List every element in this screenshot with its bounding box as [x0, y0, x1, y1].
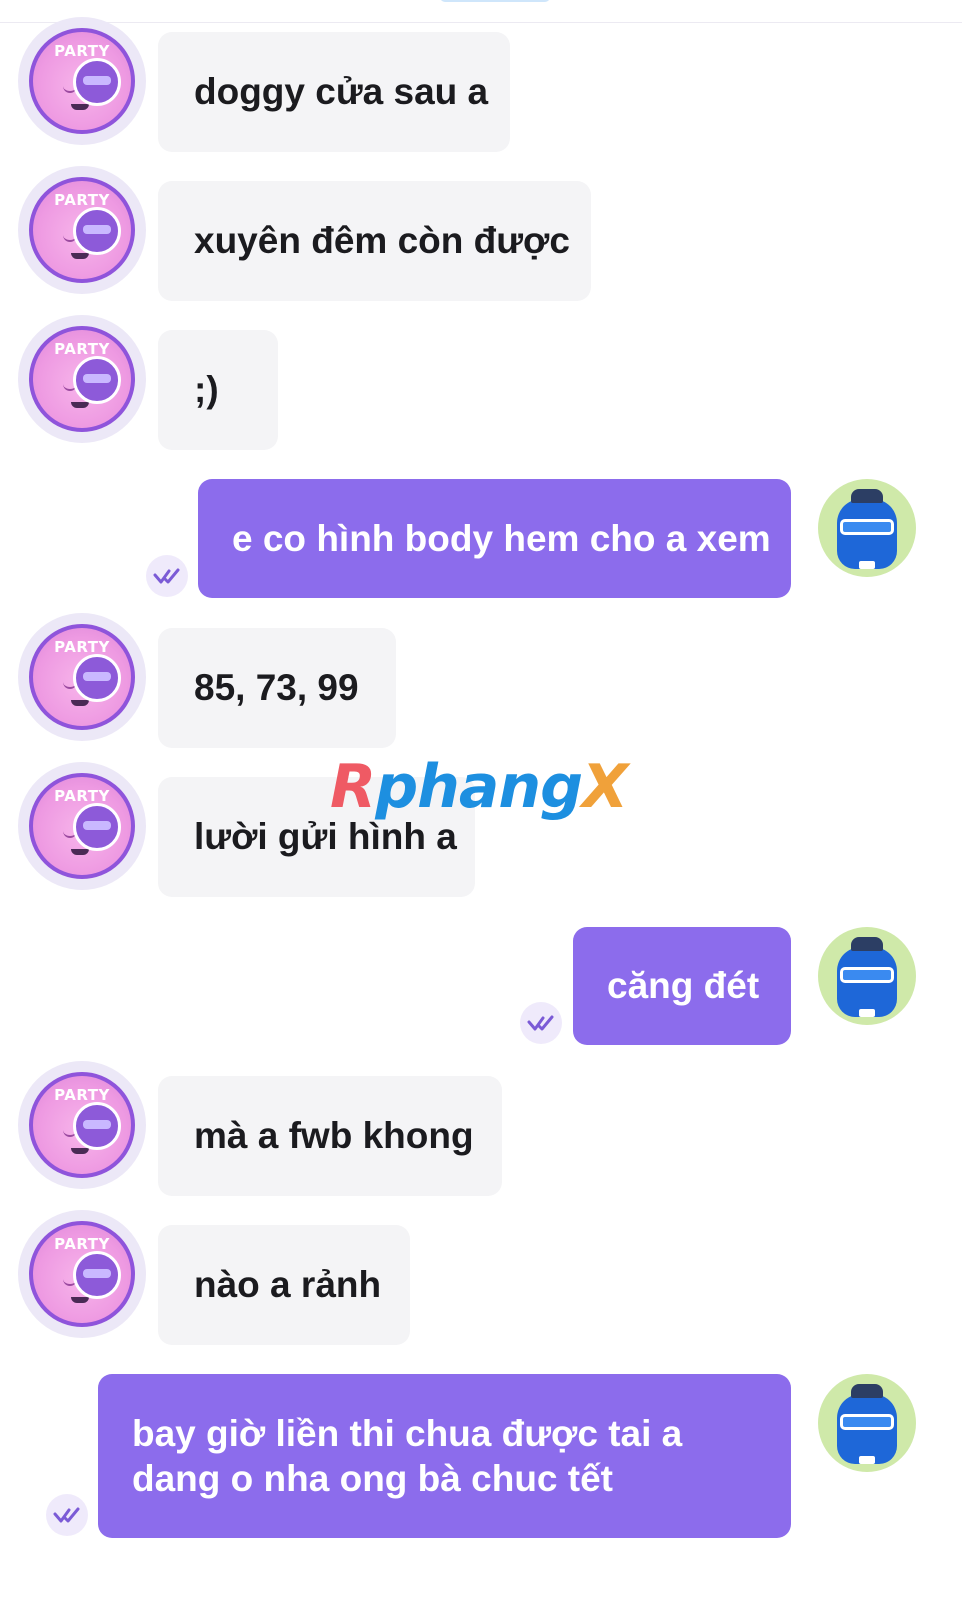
avatar-party-text: PARTY	[54, 340, 110, 358]
read-receipt-icon	[520, 1002, 562, 1044]
header-remnant	[440, 0, 550, 2]
avatar-party-text: PARTY	[54, 787, 110, 805]
sunglasses-badge-icon	[73, 654, 121, 702]
read-receipt-icon	[146, 555, 188, 597]
read-receipt-icon	[46, 1494, 88, 1536]
party-avatar-face: PARTY	[29, 177, 135, 283]
contact-avatar[interactable]: PARTY	[18, 17, 146, 145]
sunglasses-badge-icon	[73, 207, 121, 255]
watermark-logo: RphangX	[330, 752, 628, 822]
sunglasses-badge-icon	[73, 58, 121, 106]
outgoing-message-bubble[interactable]: căng đét	[573, 927, 791, 1045]
sunglasses-badge-icon	[73, 356, 121, 404]
party-avatar-face: PARTY	[29, 28, 135, 134]
sunglasses-badge-icon	[73, 1102, 121, 1150]
contact-avatar[interactable]: PARTY	[18, 1210, 146, 1338]
sunglasses-badge-icon	[73, 1251, 121, 1299]
incoming-message-bubble[interactable]: xuyên đêm còn được	[158, 181, 591, 301]
party-avatar-face: PARTY	[29, 773, 135, 879]
contact-avatar[interactable]: PARTY	[18, 762, 146, 890]
avatar-party-text: PARTY	[54, 638, 110, 656]
user-avatar[interactable]	[818, 1374, 916, 1472]
incoming-message-bubble[interactable]: 85, 73, 99	[158, 628, 396, 748]
avatar-party-text: PARTY	[54, 191, 110, 209]
outgoing-message-bubble[interactable]: e co hình body hem cho a xem	[198, 479, 791, 598]
contact-avatar[interactable]: PARTY	[18, 1061, 146, 1189]
chat-header-edge	[0, 0, 962, 23]
incoming-message-bubble[interactable]: doggy cửa sau a	[158, 32, 510, 152]
incoming-message-bubble[interactable]: mà a fwb khong	[158, 1076, 502, 1196]
party-avatar-face: PARTY	[29, 1221, 135, 1327]
glasses-icon	[840, 967, 894, 983]
avatar-party-text: PARTY	[54, 1086, 110, 1104]
outgoing-message-bubble[interactable]: bay giờ liền thi chua được tai a dang o …	[98, 1374, 791, 1538]
sunglasses-badge-icon	[73, 803, 121, 851]
party-avatar-face: PARTY	[29, 326, 135, 432]
party-avatar-face: PARTY	[29, 624, 135, 730]
user-avatar[interactable]	[818, 927, 916, 1025]
contact-avatar[interactable]: PARTY	[18, 613, 146, 741]
glasses-icon	[840, 519, 894, 535]
contact-avatar[interactable]: PARTY	[18, 315, 146, 443]
incoming-message-bubble[interactable]: ;)	[158, 330, 278, 450]
avatar-party-text: PARTY	[54, 42, 110, 60]
incoming-message-bubble[interactable]: nào a rảnh	[158, 1225, 410, 1345]
avatar-party-text: PARTY	[54, 1235, 110, 1253]
contact-avatar[interactable]: PARTY	[18, 166, 146, 294]
user-avatar[interactable]	[818, 479, 916, 577]
glasses-icon	[840, 1414, 894, 1430]
party-avatar-face: PARTY	[29, 1072, 135, 1178]
